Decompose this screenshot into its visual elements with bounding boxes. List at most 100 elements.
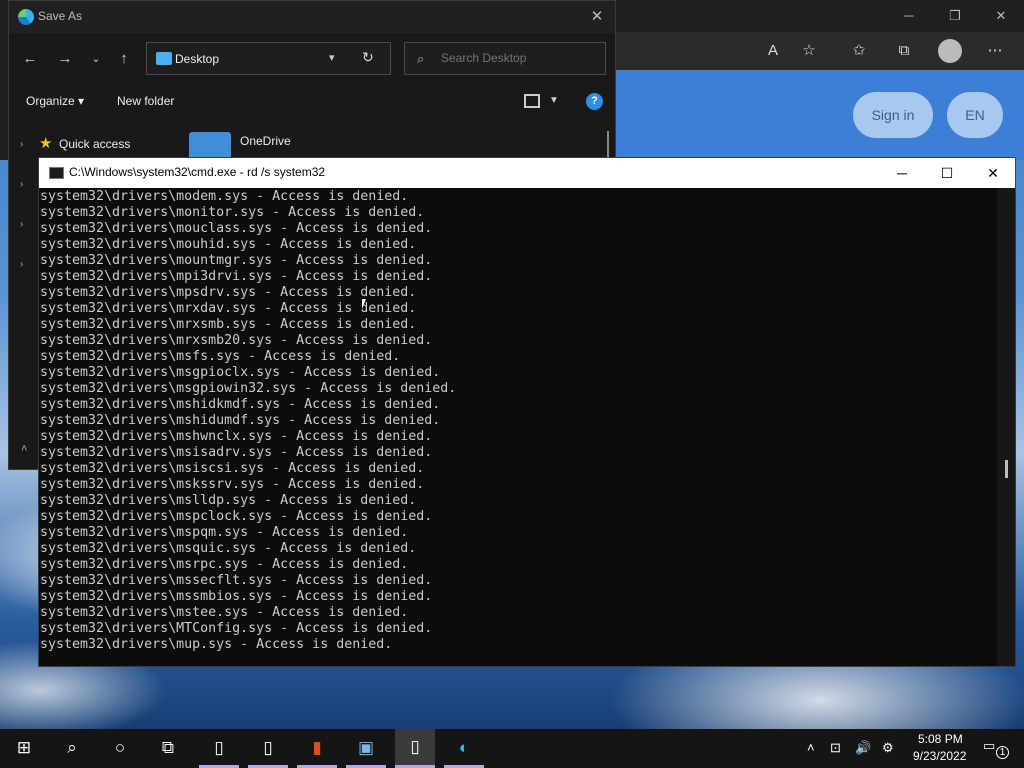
clock-date[interactable]: 9/23/2022 [913, 749, 966, 763]
close-icon[interactable]: ✕ [587, 7, 607, 27]
scrollbar-track[interactable] [997, 188, 1015, 666]
desktop-folder-icon [156, 52, 172, 65]
add-favorite-icon[interactable]: ☆ [799, 41, 819, 61]
network-icon[interactable]: ⊡ [830, 740, 841, 756]
edge-page-content: Sign in EN [616, 70, 1024, 160]
console-line: system32\drivers\monitor.sys - Access is… [40, 205, 425, 220]
scrollbar-thumb[interactable] [1005, 460, 1008, 478]
console-line: system32\drivers\mspclock.sys - Access i… [40, 509, 433, 524]
collections-icon[interactable]: ⧉ [894, 41, 914, 61]
save-as-command-bar: Organize ▾ New folder ▼ ? [9, 85, 615, 119]
chevron-down-icon[interactable]: ▾ [329, 51, 335, 64]
up-folder-icon[interactable]: ↑ [113, 48, 135, 70]
start-icon[interactable]: ⊞ [13, 737, 35, 759]
nav-item-quick-access[interactable]: Quick access [59, 137, 130, 151]
expand-chevron-icon[interactable]: › [20, 219, 23, 230]
notification-icon[interactable]: ▭ [983, 738, 995, 754]
refresh-icon[interactable]: ↻ [362, 49, 374, 66]
console-line: system32\drivers\mpi3drvi.sys - Access i… [40, 269, 433, 284]
settings-icon[interactable]: ⚙ [882, 740, 894, 756]
search-input[interactable] [441, 51, 601, 65]
console-line: system32\drivers\msiscsi.sys - Access is… [40, 461, 425, 476]
console-line: system32\drivers\mup.sys - Access is den… [40, 637, 393, 652]
expand-chevron-icon[interactable]: › [20, 259, 23, 270]
more-icon[interactable]: ⋯ [985, 41, 1005, 61]
taskbar: ⊞ ⌕ ○ ⧉ ▯ ▯ ▮ ▣ ▯ ◐ ˄ ⊡ 🔊 ⚙ 5:08 PM 9/23… [0, 729, 1024, 768]
organize-button[interactable]: Organize ▾ [26, 94, 84, 108]
console-line: system32\drivers\mrxsmb20.sys - Access i… [40, 333, 433, 348]
console-line: system32\drivers\mountmgr.sys - Access i… [40, 253, 433, 268]
expand-chevron-icon[interactable]: › [20, 139, 23, 150]
edge-toolbar: A ☆ ✩ ⧉ ⋯ [616, 32, 1024, 70]
photos-icon[interactable]: ▣ [355, 737, 377, 759]
console-line: system32\drivers\mssecflt.sys - Access i… [40, 573, 433, 588]
cortana-icon[interactable]: ○ [109, 737, 131, 759]
address-text: Desktop [175, 52, 220, 66]
task-view-icon[interactable]: ⧉ [157, 737, 179, 759]
console-line: system32\drivers\mssmbios.sys - Access i… [40, 589, 433, 604]
save-as-titlebar: Save As ✕ [9, 1, 615, 33]
console-line: system32\drivers\msfs.sys - Access is de… [40, 349, 401, 364]
console-line: system32\drivers\mshidumdf.sys - Access … [40, 413, 441, 428]
chevron-down-icon[interactable]: ▼ [549, 95, 559, 106]
office-icon[interactable]: ▮ [306, 737, 328, 759]
console-line: system32\drivers\mshwnclx.sys - Access i… [40, 429, 433, 444]
cmd-window: C:\Windows\system32\cmd.exe - rd /s syst… [38, 157, 1016, 667]
console-line: system32\drivers\msisadrv.sys - Access i… [40, 445, 433, 460]
edge-icon[interactable]: ◐ [453, 737, 475, 759]
console-line: system32\drivers\mslldp.sys - Access is … [40, 493, 417, 508]
search-box[interactable]: ⌕ [404, 42, 606, 75]
clock-time[interactable]: 5:08 PM [918, 732, 963, 746]
console-output[interactable]: system32\drivers\modem.sys - Access is d… [40, 189, 995, 664]
volume-icon[interactable]: 🔊 [855, 740, 871, 756]
minimize-icon[interactable]: ─ [879, 162, 925, 184]
notification-count-badge: 1 [996, 746, 1009, 759]
cmd-titlebar: C:\Windows\system32\cmd.exe - rd /s syst… [39, 158, 1015, 188]
console-line: system32\drivers\msgpiowin32.sys - Acces… [40, 381, 457, 396]
read-aloud-icon[interactable]: A [763, 41, 783, 61]
profile-icon[interactable] [938, 39, 962, 63]
favorites-icon[interactable]: ✩ [849, 41, 869, 61]
new-folder-button[interactable]: New folder [117, 94, 174, 108]
onedrive-item-label[interactable]: OneDrive [240, 134, 291, 148]
console-line: system32\drivers\mouclass.sys - Access i… [40, 221, 433, 236]
console-line: system32\drivers\mshidkmdf.sys - Access … [40, 397, 441, 412]
minimize-icon[interactable]: ─ [899, 6, 919, 26]
search-icon[interactable]: ⌕ [61, 737, 83, 759]
scrollbar[interactable] [607, 131, 609, 157]
console-line: system32\drivers\MTConfig.sys - Access i… [40, 621, 433, 636]
save-as-title: Save As [38, 9, 83, 23]
star-icon: ★ [39, 135, 53, 152]
console-line: system32\drivers\msquic.sys - Access is … [40, 541, 417, 556]
recent-locations-icon[interactable]: ⌄ [85, 48, 107, 70]
chevron-up-icon[interactable]: ˄ [21, 443, 27, 455]
mouse-pointer-icon [362, 299, 370, 309]
sign-in-button[interactable]: Sign in [853, 92, 933, 138]
forward-icon[interactable]: → [54, 48, 76, 70]
expand-chevron-icon[interactable]: › [20, 179, 23, 190]
cmd-app-icon [49, 167, 64, 179]
back-icon[interactable]: ← [19, 48, 41, 70]
file-icon[interactable]: ▯ [395, 729, 435, 765]
console-line: system32\drivers\mstee.sys - Access is d… [40, 605, 409, 620]
chevron-up-icon[interactable]: ˄ [807, 740, 815, 755]
console-line: system32\drivers\msgpioclx.sys - Access … [40, 365, 441, 380]
console-line: system32\drivers\mskssrv.sys - Access is… [40, 477, 425, 492]
change-view-icon[interactable] [524, 94, 540, 108]
console-line: system32\drivers\msrpc.sys - Access is d… [40, 557, 409, 572]
console-line: system32\drivers\mrxdav.sys - Access is … [40, 301, 417, 316]
cmd-window-title: C:\Windows\system32\cmd.exe - rd /s syst… [69, 165, 326, 179]
console-line: system32\drivers\mpsdrv.sys - Access is … [40, 285, 417, 300]
search-icon: ⌕ [417, 51, 425, 66]
close-icon[interactable]: ✕ [991, 6, 1011, 26]
restore-icon[interactable]: ❐ [945, 6, 965, 26]
language-button[interactable]: EN [947, 92, 1003, 138]
file-icon[interactable]: ▯ [208, 737, 230, 759]
maximize-icon[interactable]: ☐ [924, 162, 970, 184]
console-line: system32\drivers\modem.sys - Access is d… [40, 189, 409, 204]
file-icon[interactable]: ▯ [257, 737, 279, 759]
edge-logo-icon [18, 9, 34, 25]
help-icon[interactable]: ? [586, 93, 603, 110]
address-bar[interactable]: Desktop ▾ ↻ [146, 42, 391, 75]
close-icon[interactable]: ✕ [970, 162, 1016, 184]
